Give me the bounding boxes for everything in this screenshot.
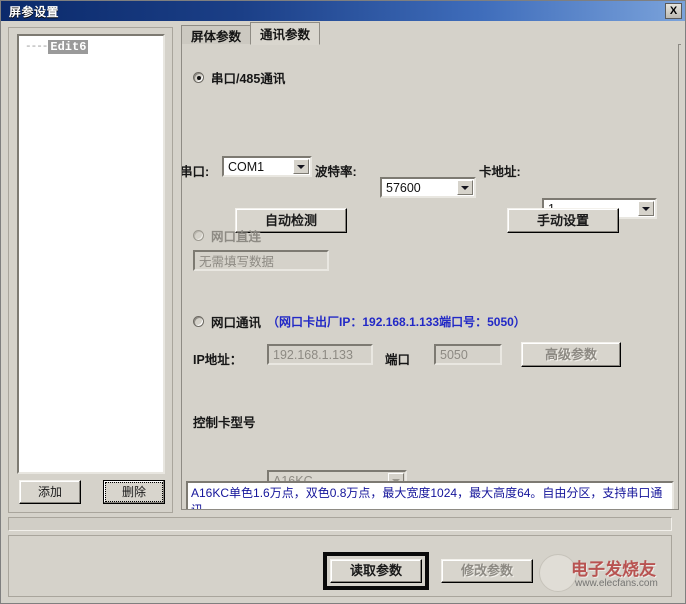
card-model-label: 控制卡型号: [193, 416, 256, 430]
direct-lan-input[interactable]: 无需填写数据: [193, 250, 329, 271]
radio-icon-lan: [193, 316, 204, 327]
read-parameters-highlight: 读取参数: [323, 552, 429, 590]
window-title: 屏参设置: [9, 4, 60, 19]
ip-address-input[interactable]: 192.168.1.133: [267, 344, 373, 365]
title-bar: 屏参设置 X: [1, 1, 685, 21]
ip-address-label: IP地址：: [193, 353, 243, 367]
chevron-down-icon-serial-port[interactable]: [293, 159, 309, 174]
sidebar-panel: ---- Edit6 添加 删除: [8, 27, 173, 513]
port-label: 端口: [385, 353, 411, 367]
tree-item-edit6[interactable]: ---- Edit6: [25, 40, 163, 54]
close-icon[interactable]: X: [665, 3, 682, 19]
tab-screen-parameters[interactable]: 屏体参数: [181, 25, 252, 45]
direct-lan-value: 无需填写数据: [199, 255, 275, 269]
direct-lan-label: 网口直连: [211, 230, 262, 244]
lan-factory-note: （网口卡出厂IP：192.168.1.133端口号：5050）: [267, 315, 526, 329]
tree-button-group: 添加 删除: [19, 480, 165, 504]
serial-port-value: COM1: [228, 159, 265, 174]
tree-branch-icon: ----: [25, 41, 48, 53]
manual-setup-button[interactable]: 手动设置: [507, 208, 619, 233]
modify-parameters-button[interactable]: 修改参数: [441, 559, 533, 583]
radio-icon-serial: [193, 72, 204, 83]
advanced-parameters-button[interactable]: 高级参数: [521, 342, 621, 367]
baud-rate-select[interactable]: 57600: [380, 177, 476, 198]
chevron-down-icon-card-address[interactable]: [638, 201, 654, 216]
chevron-down-icon-baud-rate[interactable]: [457, 180, 473, 195]
tab-communication-parameters[interactable]: 通讯参数: [250, 22, 321, 45]
delete-button[interactable]: 删除: [103, 480, 165, 504]
radio-icon-direct-lan: [193, 230, 204, 241]
card-description-box: A16KC单色1.6万点，双色0.8万点，最大宽度1024，最大高度64。自由分…: [186, 481, 674, 509]
direct-lan-radio[interactable]: 网口直连: [193, 226, 261, 245]
serial-port-label: 串口:: [181, 165, 210, 179]
ip-address-value: 192.168.1.133: [273, 347, 353, 362]
card-address-label: 卡地址:: [479, 165, 521, 179]
baud-rate-label: 波特率:: [315, 165, 357, 179]
lan-communication-label: 网口通讯: [211, 316, 262, 330]
screen-parameter-settings-window: 屏参设置 X ---- Edit6 添加 删除 屏体参数 通讯参数 串口/485…: [0, 0, 686, 604]
serial-port-select[interactable]: COM1: [222, 156, 312, 177]
object-tree[interactable]: ---- Edit6: [17, 34, 165, 474]
baud-rate-value: 57600: [386, 180, 421, 195]
serial-communication-radio[interactable]: 串口/485通讯: [193, 68, 285, 87]
add-button[interactable]: 添加: [19, 480, 81, 504]
status-strip: [8, 517, 672, 531]
serial-communication-label: 串口/485通讯: [211, 72, 286, 86]
communication-parameters-page: 串口/485通讯 串口: COM1 波特率: 57600 卡地址: 1 自动检测…: [181, 44, 679, 510]
lan-communication-radio[interactable]: 网口通讯 （网口卡出厂IP：192.168.1.133端口号：5050）: [193, 312, 526, 331]
tab-strip: 屏体参数 通讯参数: [181, 22, 681, 45]
read-parameters-button[interactable]: 读取参数: [330, 559, 422, 583]
port-input[interactable]: 5050: [434, 344, 502, 365]
port-value: 5050: [440, 347, 468, 362]
tree-item-label: Edit6: [48, 40, 89, 54]
